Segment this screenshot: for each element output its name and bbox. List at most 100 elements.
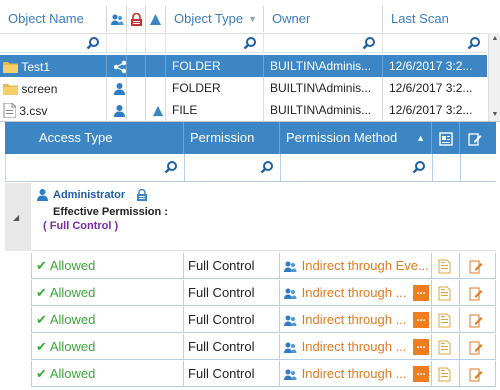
filter-user[interactable] bbox=[106, 34, 126, 52]
column-user-icon[interactable] bbox=[106, 6, 126, 32]
filter-permission[interactable] bbox=[184, 154, 280, 181]
column-last-scan[interactable]: Last Scan bbox=[382, 6, 500, 32]
sort-down-icon[interactable]: ▼ bbox=[248, 6, 257, 32]
filter-last-scan[interactable] bbox=[382, 34, 487, 52]
table-row[interactable]: ✔ Allowed Full Control Indirect through .… bbox=[5, 334, 496, 361]
access-type-value: Allowed bbox=[49, 366, 96, 381]
filter-warning[interactable] bbox=[145, 34, 165, 52]
search-icon[interactable] bbox=[243, 36, 257, 50]
report-cell[interactable] bbox=[431, 253, 459, 279]
edit-icon bbox=[469, 314, 483, 328]
edit-cell[interactable] bbox=[459, 334, 496, 360]
permissions-header-row: Access Type Permission Permission Method… bbox=[5, 122, 496, 154]
lock-cell bbox=[126, 55, 145, 77]
table-row[interactable]: 3.csv FILE BUILTIN\Adminis... 12/6/2017 … bbox=[0, 99, 487, 121]
filter-report[interactable] bbox=[432, 154, 460, 181]
column-object-type[interactable]: Object Type ▼ bbox=[165, 6, 263, 32]
group-name[interactable]: Administrator bbox=[53, 189, 125, 201]
object-name-cell[interactable]: Test1 bbox=[0, 55, 106, 77]
report-cell[interactable] bbox=[431, 307, 459, 333]
report-icon bbox=[438, 286, 451, 301]
column-edit[interactable] bbox=[459, 122, 496, 154]
edit-icon bbox=[469, 368, 483, 382]
report-cell[interactable] bbox=[431, 334, 459, 360]
user-icon bbox=[114, 104, 125, 117]
permissions-filter-row bbox=[5, 154, 496, 182]
folder-icon bbox=[3, 62, 18, 74]
table-row[interactable]: Test1 FOLDER BUILTIN\Adminis... 12/6/201… bbox=[0, 55, 487, 77]
column-owner-label: Owner bbox=[272, 11, 311, 26]
group-expander[interactable]: ◢ bbox=[5, 183, 31, 251]
scroll-up-icon[interactable]: ▲ bbox=[491, 34, 499, 44]
permission-method-cell[interactable]: Indirect through Eve... bbox=[279, 253, 431, 279]
owner-cell: BUILTIN\Adminis... bbox=[263, 77, 382, 99]
permission-cell: Full Control bbox=[183, 361, 279, 387]
edit-cell[interactable] bbox=[459, 307, 496, 333]
filter-access-type[interactable] bbox=[6, 154, 184, 181]
table-row[interactable]: ✔ Allowed Full Control Indirect through .… bbox=[5, 361, 496, 388]
report-cell[interactable] bbox=[431, 361, 459, 387]
more-button[interactable]: ... bbox=[413, 312, 429, 328]
filter-permission-method[interactable] bbox=[280, 154, 432, 181]
triangle-icon bbox=[150, 14, 161, 26]
search-icon[interactable] bbox=[467, 36, 481, 50]
report-cell[interactable] bbox=[431, 280, 459, 306]
collapse-icon[interactable]: ◢ bbox=[13, 213, 19, 222]
edit-cell[interactable] bbox=[459, 280, 496, 306]
permission-method-cell[interactable]: Indirect through ...... bbox=[279, 307, 431, 333]
search-icon[interactable] bbox=[362, 36, 376, 50]
table-row[interactable]: ✔ Allowed Full Control Indirect through E… bbox=[5, 253, 496, 280]
access-type-cell: ✔ Allowed bbox=[31, 361, 183, 387]
access-type-value: Allowed bbox=[49, 258, 96, 273]
column-owner[interactable]: Owner bbox=[263, 6, 382, 32]
permission-method-cell[interactable]: Indirect through ...... bbox=[279, 280, 431, 306]
column-report[interactable] bbox=[431, 122, 459, 154]
filter-owner[interactable] bbox=[263, 34, 382, 52]
table-row[interactable]: screen FOLDER BUILTIN\Adminis... 12/6/20… bbox=[0, 77, 487, 99]
users-icon bbox=[111, 14, 124, 25]
permission-method-cell[interactable]: Indirect through ...... bbox=[279, 334, 431, 360]
column-object-name[interactable]: Object Name bbox=[0, 6, 106, 32]
column-warning-icon[interactable] bbox=[145, 6, 165, 32]
object-type-cell: FOLDER bbox=[165, 77, 263, 99]
column-lock-icon[interactable] bbox=[126, 6, 145, 32]
column-access-type[interactable]: Access Type bbox=[5, 122, 183, 154]
scroll-down-icon[interactable]: ▼ bbox=[491, 110, 499, 120]
permission-method-value: Indirect through ... bbox=[301, 285, 407, 300]
permission-group: ◢ Administrator Effective Permission : (… bbox=[5, 183, 496, 251]
report-icon bbox=[438, 313, 451, 328]
warning-cell bbox=[145, 55, 165, 77]
search-icon[interactable] bbox=[260, 160, 274, 174]
more-button[interactable]: ... bbox=[413, 339, 429, 355]
filter-object-type[interactable] bbox=[165, 34, 263, 52]
edit-icon bbox=[468, 132, 482, 146]
permission-method-cell[interactable]: Indirect through ...... bbox=[279, 361, 431, 387]
search-icon[interactable] bbox=[164, 160, 178, 174]
search-icon[interactable] bbox=[86, 36, 100, 50]
permission-cell: Full Control bbox=[183, 334, 279, 360]
more-button[interactable]: ... bbox=[413, 285, 429, 301]
column-permission-method[interactable]: Permission Method ▲ bbox=[279, 122, 431, 154]
filter-lock[interactable] bbox=[126, 34, 145, 52]
sort-up-icon[interactable]: ▲ bbox=[416, 122, 425, 154]
edit-cell[interactable] bbox=[459, 361, 496, 387]
column-permission[interactable]: Permission bbox=[183, 122, 279, 154]
objects-grid: Object Name Object Type ▼ Owner Last Sca… bbox=[0, 0, 500, 122]
table-row[interactable]: ✔ Allowed Full Control Indirect through .… bbox=[5, 307, 496, 334]
permission-cell: Full Control bbox=[183, 280, 279, 306]
report-icon bbox=[438, 367, 451, 382]
table-row[interactable]: ✔ Allowed Full Control Indirect through .… bbox=[5, 280, 496, 307]
permission-method-value: Indirect through ... bbox=[301, 312, 407, 327]
users-icon bbox=[284, 288, 297, 299]
object-name-cell[interactable]: screen bbox=[0, 77, 106, 99]
edit-cell[interactable] bbox=[459, 253, 496, 279]
search-icon[interactable] bbox=[412, 160, 426, 174]
filter-object-name[interactable] bbox=[0, 34, 106, 52]
more-button[interactable]: ... bbox=[413, 366, 429, 382]
sharing-cell bbox=[106, 55, 126, 77]
object-name-cell[interactable]: 3.csv bbox=[0, 99, 106, 121]
filter-edit[interactable] bbox=[460, 154, 497, 181]
access-type-cell: ✔ Allowed bbox=[31, 280, 183, 306]
column-object-type-label: Object Type bbox=[174, 11, 244, 26]
vertical-scrollbar[interactable]: ▲ ▼ bbox=[488, 33, 500, 121]
